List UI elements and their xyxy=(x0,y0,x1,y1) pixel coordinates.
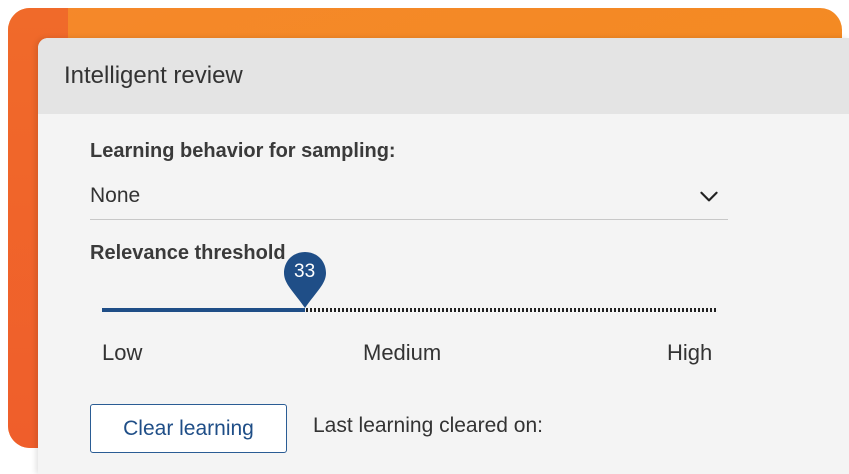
panel-title: Intelligent review xyxy=(64,62,243,89)
chevron-down-icon xyxy=(700,191,718,201)
sampling-label: Learning behavior for sampling: xyxy=(90,140,396,162)
sampling-dropdown[interactable]: None xyxy=(90,172,728,220)
scale-low-label: Low xyxy=(102,340,143,365)
slider-thumb[interactable]: 33 xyxy=(282,250,328,310)
scale-high-label: High xyxy=(667,340,713,365)
panel-header: Intelligent review xyxy=(38,38,849,114)
sampling-selected-value: None xyxy=(90,183,141,207)
slider-value: 33 xyxy=(294,261,316,282)
clear-learning-button[interactable]: Clear learning xyxy=(90,404,287,453)
relevance-slider[interactable]: 33 xyxy=(102,252,716,326)
last-cleared-text: Last learning cleared on: xyxy=(313,414,543,437)
scale-medium-label: Medium xyxy=(363,340,442,365)
intelligent-review-panel: Intelligent review Learning behavior for… xyxy=(38,38,849,474)
slider-fill xyxy=(102,308,305,312)
relevance-label: Relevance threshold xyxy=(90,242,286,264)
